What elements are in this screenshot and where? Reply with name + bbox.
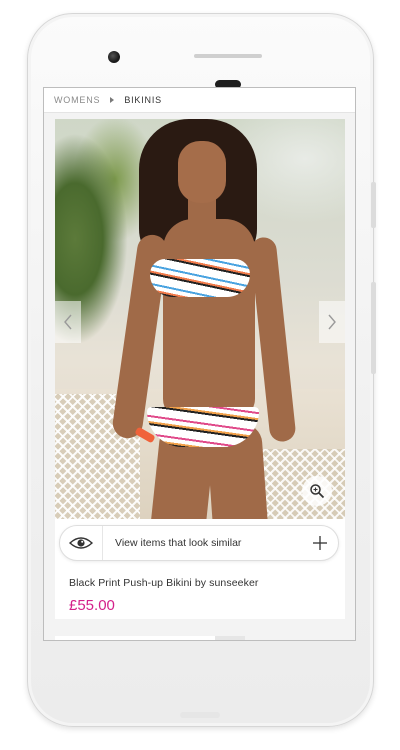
next-product-card-edge bbox=[215, 636, 245, 640]
image-bikini-bottom bbox=[147, 407, 259, 447]
eye-icon-wrap bbox=[60, 526, 103, 560]
next-product-card[interactable] bbox=[55, 636, 215, 640]
product-image[interactable] bbox=[55, 119, 345, 519]
image-model-face bbox=[178, 141, 226, 203]
product-card: View items that look similar Black Print… bbox=[55, 119, 345, 619]
phone-bottom-edge bbox=[180, 712, 220, 718]
breadcrumb: WOMENS BIKINIS bbox=[44, 88, 355, 113]
prev-image-button[interactable] bbox=[55, 301, 81, 343]
breadcrumb-separator-icon bbox=[110, 97, 115, 103]
view-similar-button[interactable]: View items that look similar bbox=[59, 525, 339, 561]
earpiece-speaker bbox=[194, 54, 262, 58]
expand-similar-button[interactable] bbox=[302, 535, 338, 551]
view-similar-label: View items that look similar bbox=[115, 537, 242, 549]
breadcrumb-bikinis[interactable]: BIKINIS bbox=[124, 95, 162, 105]
image-model-torso bbox=[163, 219, 255, 419]
chevron-left-icon bbox=[64, 314, 72, 330]
image-hammock-right bbox=[255, 449, 345, 519]
power-button bbox=[371, 182, 376, 228]
volume-button bbox=[371, 282, 376, 374]
product-price: £55.00 bbox=[69, 597, 115, 614]
next-image-button[interactable] bbox=[319, 301, 345, 343]
screen: WOMENS BIKINIS View items that look simi… bbox=[43, 87, 356, 641]
plus-icon bbox=[313, 536, 327, 550]
chevron-right-icon bbox=[328, 314, 336, 330]
eye-icon bbox=[69, 537, 93, 549]
zoom-button[interactable] bbox=[302, 476, 332, 506]
breadcrumb-womens[interactable]: WOMENS bbox=[54, 95, 100, 105]
zoom-icon bbox=[310, 484, 325, 499]
front-camera bbox=[108, 51, 120, 63]
product-name[interactable]: Black Print Push-up Bikini by sunseeker bbox=[69, 577, 259, 589]
image-bikini-top bbox=[150, 259, 250, 297]
